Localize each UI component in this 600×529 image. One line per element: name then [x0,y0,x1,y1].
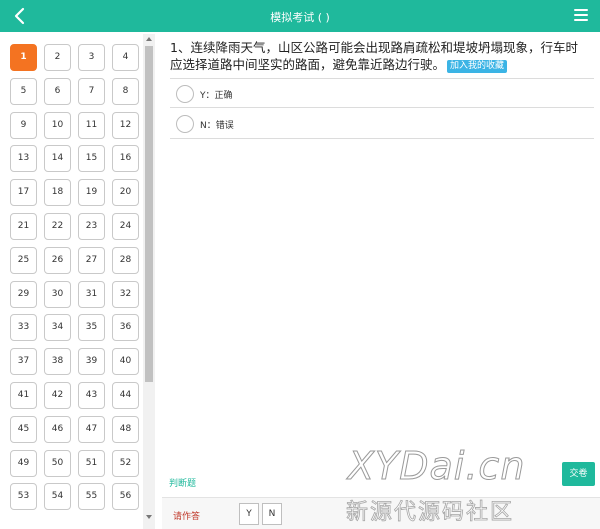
question-number-21[interactable]: 21 [10,213,37,240]
submit-exam-button[interactable]: 交卷 [562,462,595,486]
question-number-panel: 1 2 3 4 5 6 7 8 9 10 11 12 13 14 15 16 17 18 19 20 21 22 23 24 2… [0,32,158,529]
question-number-52[interactable]: 52 [112,450,139,477]
question-number-53[interactable]: 53 [10,483,37,510]
question-number-10[interactable]: 10 [44,112,71,139]
question-number-35[interactable]: 35 [78,314,105,341]
question-number-15[interactable]: 15 [78,145,105,172]
question-number-7[interactable]: 7 [78,78,105,105]
option-label: N：错误 [200,121,234,131]
question-number-37[interactable]: 37 [10,348,37,375]
question-number-43[interactable]: 43 [78,382,105,409]
option-label: Y：正确 [200,91,233,101]
question-number-42[interactable]: 42 [44,382,71,409]
answer-prompt: 请作答 [173,512,201,522]
answer-bar: 请作答 Y N [162,497,600,529]
question-number-1[interactable]: 1 [10,44,37,71]
question-number-36[interactable]: 36 [112,314,139,341]
question-number-23[interactable]: 23 [78,213,105,240]
question-number-47[interactable]: 47 [78,416,105,443]
question-number-25[interactable]: 25 [10,247,37,274]
question-text-block: 1、连续降雨天气，山区公路可能会出现路肩疏松和堤坡坍塌现象，行车时应选择道路中间… [170,39,590,73]
menu-button[interactable] [574,9,588,23]
answer-no-button[interactable]: N [262,503,282,525]
question-number-45[interactable]: 45 [10,416,37,443]
question-number-18[interactable]: 18 [44,179,71,206]
answer-yes-button[interactable]: Y [239,503,259,525]
question-number-5[interactable]: 5 [10,78,37,105]
question-number-49[interactable]: 49 [10,450,37,477]
question-number-54[interactable]: 54 [44,483,71,510]
app-root: 模拟考试 ( ) 1 2 3 4 5 6 7 8 9 10 11 12 13 14 15 16 17 18 19 20… [0,0,600,529]
question-number-41[interactable]: 41 [10,382,37,409]
question-number-2[interactable]: 2 [44,44,71,71]
question-number-28[interactable]: 28 [112,247,139,274]
question-content: 1、连续降雨天气，山区公路可能会出现路肩疏松和堤坡坍塌现象，行车时应选择道路中间… [162,32,600,529]
radio-icon[interactable] [176,115,194,133]
question-text: 1、连续降雨天气，山区公路可能会出现路肩疏松和堤坡坍塌现象，行车时应选择道路中间… [170,40,578,72]
question-number-48[interactable]: 48 [112,416,139,443]
number-panel-scrollbar[interactable] [143,34,155,529]
question-number-34[interactable]: 34 [44,314,71,341]
question-number-38[interactable]: 38 [44,348,71,375]
question-number-30[interactable]: 30 [44,281,71,308]
add-favorite-button[interactable]: 加入我的收藏 [447,60,508,73]
option-yes[interactable]: Y：正确 [170,78,594,108]
question-number-3[interactable]: 3 [78,44,105,71]
question-number-4[interactable]: 4 [112,44,139,71]
scroll-thumb[interactable] [145,46,153,382]
question-type-label: 判断题 [169,479,197,489]
question-number-6[interactable]: 6 [44,78,71,105]
question-number-44[interactable]: 44 [112,382,139,409]
radio-icon[interactable] [176,85,194,103]
top-header: 模拟考试 ( ) [0,0,600,32]
question-number-11[interactable]: 11 [78,112,105,139]
scroll-down-arrow-icon[interactable] [146,515,152,519]
question-number-9[interactable]: 9 [10,112,37,139]
question-number-20[interactable]: 20 [112,179,139,206]
question-number-16[interactable]: 16 [112,145,139,172]
question-number-56[interactable]: 56 [112,483,139,510]
question-number-8[interactable]: 8 [112,78,139,105]
question-number-24[interactable]: 24 [112,213,139,240]
scroll-up-arrow-icon[interactable] [146,37,152,41]
question-number-29[interactable]: 29 [10,281,37,308]
option-no[interactable]: N：错误 [170,109,594,139]
question-number-31[interactable]: 31 [78,281,105,308]
question-number-22[interactable]: 22 [44,213,71,240]
page-title: 模拟考试 ( ) [270,11,330,24]
question-number-55[interactable]: 55 [78,483,105,510]
question-number-32[interactable]: 32 [112,281,139,308]
question-number-26[interactable]: 26 [44,247,71,274]
question-number-33[interactable]: 33 [10,314,37,341]
question-number-14[interactable]: 14 [44,145,71,172]
question-number-40[interactable]: 40 [112,348,139,375]
question-number-13[interactable]: 13 [10,145,37,172]
hamburger-menu-icon [574,9,588,11]
question-number-46[interactable]: 46 [44,416,71,443]
question-number-51[interactable]: 51 [78,450,105,477]
question-number-27[interactable]: 27 [78,247,105,274]
question-number-12[interactable]: 12 [112,112,139,139]
question-number-50[interactable]: 50 [44,450,71,477]
question-number-39[interactable]: 39 [78,348,105,375]
question-number-17[interactable]: 17 [10,179,37,206]
question-number-19[interactable]: 19 [78,179,105,206]
